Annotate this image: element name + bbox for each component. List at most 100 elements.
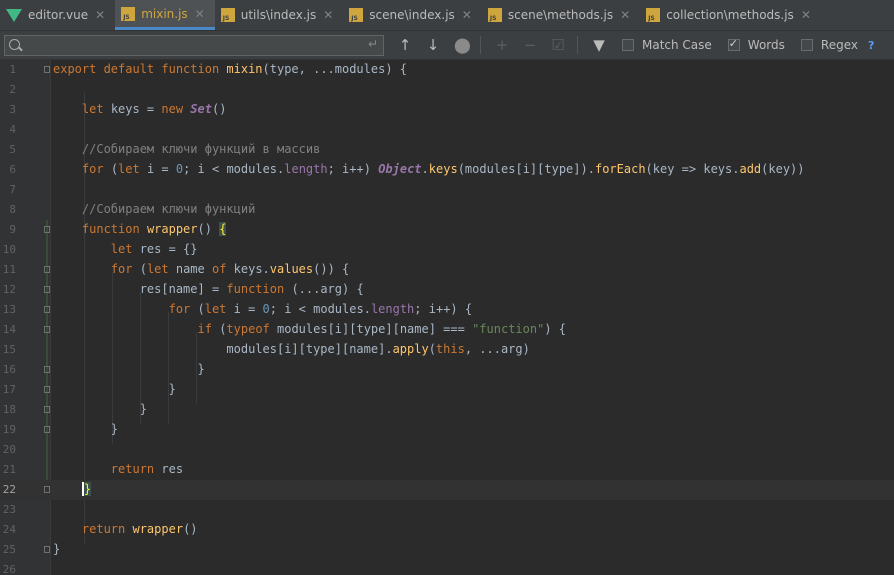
- current-code-line[interactable]: 22 }: [0, 480, 894, 500]
- checkbox-box[interactable]: [800, 39, 813, 51]
- code-line[interactable]: 15 modules[i][type][name].apply(this, ..…: [0, 340, 894, 360]
- regex-checkbox[interactable]: Regex: [800, 38, 858, 52]
- code-editor[interactable]: 1 export default function mixin(type, ..…: [0, 60, 894, 575]
- code-line[interactable]: 19 }: [0, 420, 894, 440]
- select-all-occurrences-icon[interactable]: ☑: [551, 36, 565, 54]
- code-token: this: [435, 342, 465, 356]
- code-line[interactable]: 16 }: [0, 360, 894, 380]
- checkbox-box[interactable]: [727, 37, 740, 51]
- code-line[interactable]: 4: [0, 120, 894, 140]
- checkbox-label: Words: [747, 38, 785, 52]
- code-line[interactable]: 17 }: [0, 380, 894, 400]
- tab-label: collection\methods.js: [666, 8, 794, 22]
- code-token: return: [81, 522, 133, 536]
- fold-marker-icon[interactable]: [44, 286, 50, 293]
- close-icon[interactable]: ✕: [801, 8, 811, 22]
- code-line[interactable]: 24 return wrapper(): [0, 520, 894, 540]
- code-line[interactable]: 1 export default function mixin(type, ..…: [0, 60, 894, 80]
- code-token: ) {: [544, 322, 567, 336]
- code-token: if: [197, 322, 220, 336]
- next-occurrence-icon[interactable]: ↓: [426, 36, 440, 54]
- vue-icon: [6, 8, 22, 22]
- line-number: 8: [9, 203, 16, 216]
- code-line[interactable]: 5 //Собираем ключи функций в массив: [0, 140, 894, 160]
- tab-utils-index-js[interactable]: utils\index.js ✕: [215, 0, 344, 30]
- code-token: new: [161, 102, 191, 116]
- js-file-icon: [487, 8, 502, 22]
- tab-editor-vue[interactable]: editor.vue ✕: [0, 0, 115, 30]
- close-icon[interactable]: ✕: [323, 8, 333, 22]
- fold-marker-icon[interactable]: [44, 406, 50, 413]
- fold-marker-icon[interactable]: [44, 386, 50, 393]
- code-token: keys.: [233, 262, 270, 276]
- code-line[interactable]: 18 }: [0, 400, 894, 420]
- tab-scene-methods-js[interactable]: scene\methods.js ✕: [482, 0, 640, 30]
- line-number: 15: [2, 343, 16, 356]
- checkbox-label: Regex: [820, 38, 858, 52]
- code-token: (...arg) {: [291, 282, 364, 296]
- line-number: 18: [2, 403, 16, 416]
- fold-marker-icon[interactable]: [44, 266, 50, 273]
- code-line[interactable]: 14 if (typeof modules[i][type][name] ===…: [0, 320, 894, 340]
- checkbox-box[interactable]: [622, 39, 634, 51]
- code-line[interactable]: 9 function wrapper() {: [0, 220, 894, 240]
- words-checkbox[interactable]: Words: [727, 37, 785, 52]
- fold-marker-icon[interactable]: [44, 326, 50, 333]
- filter-icon[interactable]: ▼: [592, 36, 606, 54]
- fold-marker-icon[interactable]: [44, 306, 50, 313]
- code-line[interactable]: 10 let res = {}: [0, 240, 894, 260]
- previous-occurrence-icon[interactable]: ↑: [398, 36, 412, 54]
- line-number: 17: [2, 383, 16, 396]
- line-number: 23: [2, 503, 16, 516]
- tab-label: mixin.js: [141, 6, 188, 21]
- code-token: (): [197, 222, 220, 236]
- close-icon[interactable]: ✕: [620, 8, 630, 22]
- code-line[interactable]: 6 for (let i = 0; i < modules.length; i+…: [0, 160, 894, 180]
- code-token: res = {}: [139, 242, 198, 256]
- code-line[interactable]: 26: [0, 560, 894, 575]
- code-line[interactable]: 13 for (let i = 0; i < modules.length; i…: [0, 300, 894, 320]
- code-token: add: [739, 162, 762, 176]
- code-line[interactable]: 11 for (let name of keys.values()) {: [0, 260, 894, 280]
- add-selection-icon[interactable]: +: [495, 36, 509, 54]
- match-case-checkbox[interactable]: Match Case: [622, 38, 712, 52]
- new-line-icon[interactable]: ↵: [368, 37, 378, 51]
- code-line[interactable]: 3 let keys = new Set(): [0, 100, 894, 120]
- code-token: (: [197, 302, 205, 316]
- fold-marker-icon[interactable]: [44, 546, 50, 553]
- code-token: let: [146, 262, 176, 276]
- line-number: 4: [9, 123, 16, 136]
- tab-mixin-js[interactable]: mixin.js ✕: [115, 0, 215, 30]
- code-line[interactable]: 21 return res: [0, 460, 894, 480]
- fold-marker-icon[interactable]: [44, 66, 50, 73]
- code-line[interactable]: 20: [0, 440, 894, 460]
- search-field[interactable]: ↵: [4, 34, 384, 56]
- code-token: ; i++) {: [414, 302, 473, 316]
- code-line[interactable]: 12 res[name] = function (...arg) {: [0, 280, 894, 300]
- code-token: }: [110, 422, 119, 436]
- code-token: forEach: [594, 162, 646, 176]
- find-all-icon[interactable]: ⬤: [454, 36, 471, 54]
- close-icon[interactable]: ✕: [195, 7, 205, 21]
- close-icon[interactable]: ✕: [95, 8, 105, 22]
- fold-marker-icon[interactable]: [44, 226, 50, 233]
- fold-marker-icon[interactable]: [44, 486, 50, 493]
- remove-selection-icon[interactable]: −: [523, 36, 537, 54]
- code-token: 0: [262, 302, 270, 316]
- tab-scene-index-js[interactable]: scene\index.js ✕: [343, 0, 482, 30]
- close-icon[interactable]: ✕: [462, 8, 472, 22]
- code-line[interactable]: 8 //Собираем ключи функций: [0, 200, 894, 220]
- regex-help-link[interactable]: ?: [868, 39, 874, 52]
- fold-marker-icon[interactable]: [44, 366, 50, 373]
- tab-collection-methods-js[interactable]: collection\methods.js ✕: [640, 0, 821, 30]
- code-line[interactable]: 7: [0, 180, 894, 200]
- fold-marker-icon[interactable]: [44, 426, 50, 433]
- code-line[interactable]: 23: [0, 500, 894, 520]
- search-input[interactable]: [27, 36, 357, 54]
- code-line[interactable]: 25 }: [0, 540, 894, 560]
- code-line[interactable]: 2: [0, 80, 894, 100]
- code-token: mixin: [226, 62, 263, 76]
- code-token: apply: [392, 342, 429, 356]
- tab-label: scene\methods.js: [507, 8, 614, 22]
- code-token: ()) {: [313, 262, 350, 276]
